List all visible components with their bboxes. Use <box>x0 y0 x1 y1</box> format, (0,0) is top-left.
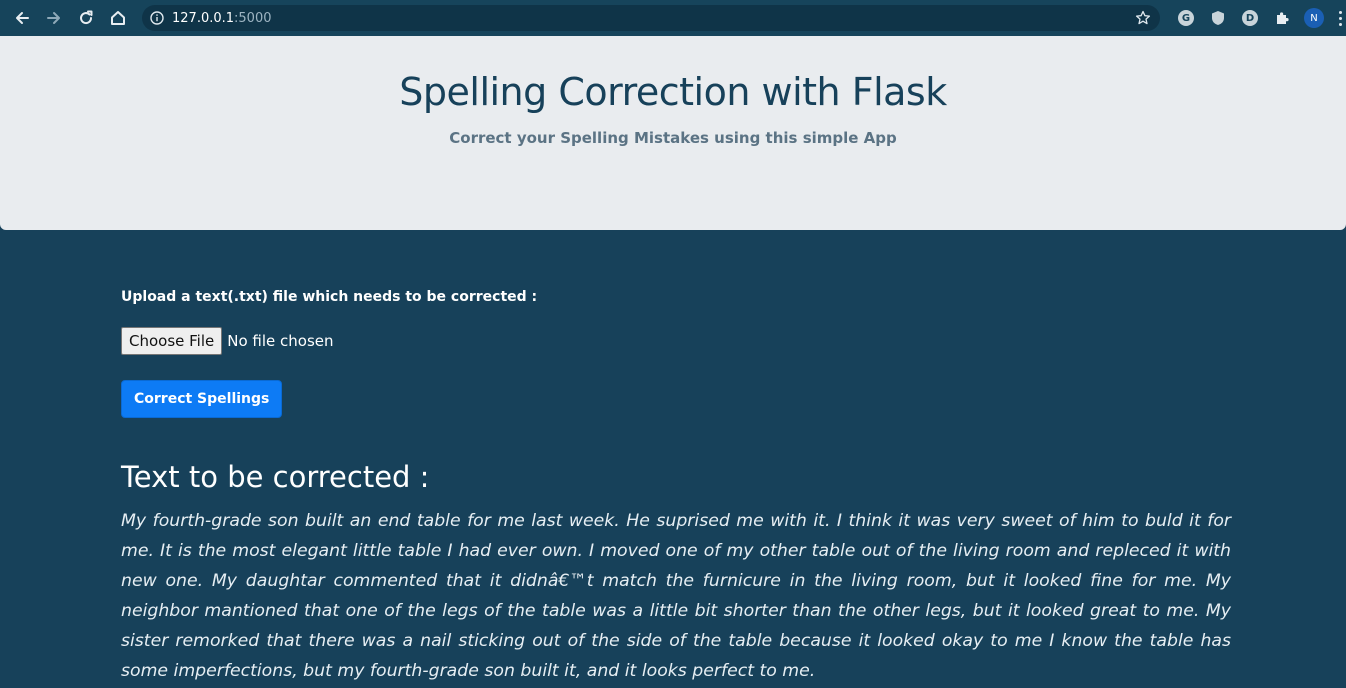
page-subtitle: Correct your Spelling Mistakes using thi… <box>449 129 897 147</box>
arrow-right-icon <box>47 12 60 24</box>
upload-label: Upload a text(.txt) file which needs to … <box>121 289 538 305</box>
extensions-area: G D N <box>1170 0 1346 36</box>
grammar-extension-icon: G <box>1178 10 1194 26</box>
shield-extension-button[interactable] <box>1202 0 1234 36</box>
page-title: Spelling Correction with Flask <box>399 70 947 114</box>
shield-icon <box>1212 11 1224 25</box>
file-input[interactable]: Choose File No file chosen <box>121 327 334 355</box>
info-icon <box>150 11 164 25</box>
arrow-left-icon <box>16 12 29 24</box>
file-status: No file chosen <box>227 332 334 350</box>
choose-file-button[interactable]: Choose File <box>121 327 223 355</box>
forward-button[interactable] <box>38 0 70 36</box>
home-button[interactable] <box>102 0 134 36</box>
bookmark-button[interactable] <box>1134 9 1152 27</box>
star-icon <box>1135 10 1151 25</box>
more-vertical-icon[interactable] <box>1330 0 1346 36</box>
home-icon <box>111 11 125 25</box>
reload-icon <box>80 10 93 25</box>
back-button[interactable] <box>6 0 38 36</box>
correct-spellings-button[interactable]: Correct Spellings <box>121 380 283 418</box>
puzzle-icon <box>1277 12 1289 24</box>
d-extension-icon: D <box>1242 10 1258 26</box>
url-text: 127.0.0.1:5000 <box>172 11 272 26</box>
jumbotron-header: Spelling Correction with Flask Correct y… <box>0 36 1346 230</box>
grammar-extension-button[interactable]: G <box>1170 0 1202 36</box>
profile-button[interactable]: N <box>1298 0 1330 36</box>
d-extension-button[interactable]: D <box>1234 0 1266 36</box>
reload-button[interactable] <box>70 0 102 36</box>
address-bar[interactable]: 127.0.0.1:5000 <box>142 5 1160 31</box>
url-port: :5000 <box>234 10 272 26</box>
result-heading: Text to be corrected : <box>121 460 430 494</box>
avatar: N <box>1304 8 1324 28</box>
site-info-button[interactable] <box>142 5 172 31</box>
input-text-paragraph: My fourth-grade son built an end table f… <box>121 511 1231 681</box>
url-host: 127.0.0.1 <box>172 10 235 26</box>
extensions-button[interactable] <box>1266 0 1298 36</box>
browser-toolbar: 127.0.0.1:5000 G D N <box>0 0 1346 36</box>
